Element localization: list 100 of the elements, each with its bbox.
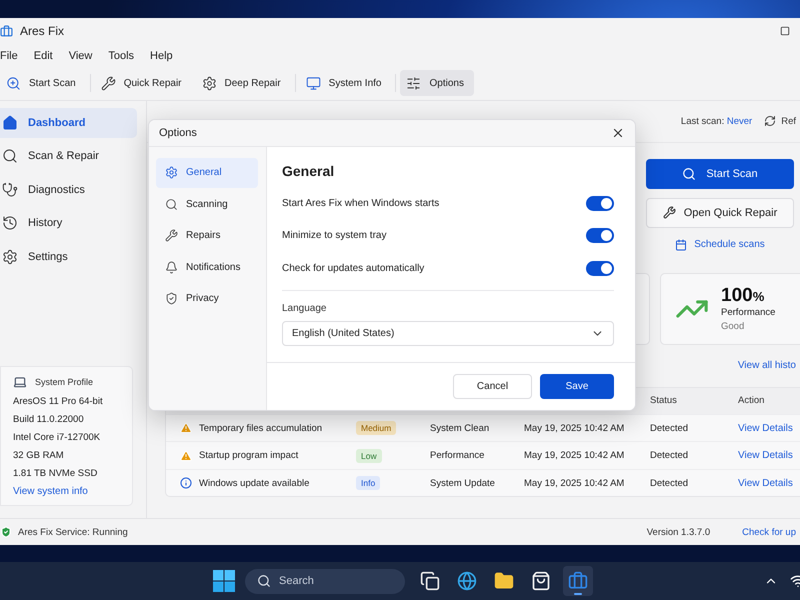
folder-icon [494,571,514,591]
wrench-icon [662,206,676,220]
wrench-icon [165,229,178,242]
menu-item[interactable]: Edit [34,50,63,62]
toggle-switch[interactable] [586,228,614,244]
menu-item[interactable]: File [0,50,28,62]
table-cell-text: Detected [650,422,690,434]
sidebar-item[interactable]: Settings [0,242,137,272]
stat-label: Performance [721,307,776,318]
maximize-icon[interactable] [780,26,790,36]
refresh-icon [764,115,776,128]
stat-unit: % [752,289,764,304]
toggle-switch[interactable] [586,196,614,211]
dialog-nav-item[interactable]: Scanning [156,189,258,220]
setting-label: Check for updates automatically [282,262,424,274]
dialog-nav-item[interactable]: General [156,158,258,188]
dialog-nav-item[interactable]: Notifications [156,252,258,282]
search-icon [682,166,696,181]
sidebar-item[interactable]: Scan & Repair [0,141,137,172]
table-cell-text: May 19, 2025 10:42 AM [524,422,626,434]
search-icon [165,198,178,211]
info-icon [180,477,192,490]
view-details-link[interactable]: View Details [738,478,800,489]
table-cell-text: Detected [650,450,690,462]
taskbar-search-field[interactable]: Search [245,568,405,594]
monitor-icon [306,76,321,91]
profile-line: Build 11.0.22000 [13,414,85,426]
laptop-icon [13,375,27,390]
search-icon [257,574,271,588]
profile-title: System Profile [35,377,94,388]
refresh-button[interactable]: Ref [764,115,796,128]
settings-icon [2,248,18,265]
dialog-nav-item[interactable]: Privacy [156,284,258,314]
sidebar-item[interactable]: History [0,208,137,238]
toggle-switch[interactable] [586,260,614,276]
toolbar-button[interactable]: Start Scan [0,70,86,96]
warning-icon [180,422,192,434]
language-dropdown[interactable]: English (United States) [282,321,614,346]
app-icon [0,24,13,38]
setting-label: Minimize to system tray [282,230,386,242]
issue-name: Temporary files accumulation [199,422,322,434]
column-header: Action [738,395,766,406]
save-button[interactable]: Save [540,374,614,399]
profile-line: 1.81 TB NVMe SSD [13,468,98,480]
briefcase-icon [568,571,588,591]
table-cell-text: Detected [650,478,690,489]
view-history-link[interactable]: View all histo [738,360,796,372]
toolbar-button[interactable]: System Info [300,70,392,96]
quick-repair-button[interactable]: Open Quick Repair [646,198,794,228]
stat-status: Good [721,321,746,332]
cancel-button[interactable]: Cancel [453,374,532,399]
menu-item[interactable]: View [68,50,102,62]
settings-icon [202,76,217,91]
wrench-icon [100,76,116,91]
issue-name: Windows update available [199,478,310,489]
store-icon [531,571,551,591]
last-scan-label: Last scan: Never [680,116,752,127]
profile-line: AresOS 11 Pro 64-bit [13,396,104,408]
stat-value: 100 [721,285,753,308]
issue-name: Startup program impact [199,450,298,462]
table-cell-text: Performance [430,450,486,462]
language-label: Language [282,303,328,314]
sliders-icon [406,76,422,91]
toolbar-button[interactable]: Options [400,70,474,96]
table-cell-text: May 19, 2025 10:42 AM [524,450,626,462]
schedule-scans-link[interactable]: Schedule scans [646,238,794,251]
home-icon [2,114,18,131]
view-system-info-link[interactable]: View system info [13,486,132,498]
zoom-in-icon [6,76,21,91]
column-header: Status [650,395,678,406]
view-details-link[interactable]: View Details [738,422,800,434]
browser-icon [457,571,477,591]
windows-logo-icon [213,570,235,592]
view-details-link[interactable]: View Details [738,450,800,462]
service-status: Ares Fix Service: Running [18,526,129,538]
version-label: Version 1.3.7.0 [646,526,710,538]
dialog-nav-item[interactable]: Repairs [156,220,258,251]
severity-tag: Medium [356,421,396,436]
sidebar-item[interactable]: Dashboard [0,108,137,138]
setting-label: Start Ares Fix when Windows starts [282,198,440,209]
history-icon [2,215,18,232]
settings-icon [165,166,178,180]
bell-icon [165,260,178,274]
calendar-icon [675,238,688,251]
warning-icon [180,450,192,462]
toolbar-button[interactable]: Quick Repair [94,70,192,96]
shield-icon [165,292,178,306]
search-icon [2,148,18,164]
toolbar-button[interactable]: Deep Repair [196,70,291,96]
table-cell-text: May 19, 2025 10:42 AM [524,478,626,489]
stethoscope-icon [2,182,18,198]
profile-line: Intel Core i7-12700K [13,432,102,444]
check-updates-link[interactable]: Check for up [742,526,796,538]
dialog-title: Options [159,126,197,139]
menu-item[interactable]: Tools [108,50,144,62]
start-scan-button[interactable]: Start Scan [646,158,794,189]
severity-tag: Info [356,476,380,490]
menu-item[interactable]: Help [150,50,183,62]
sidebar-item[interactable]: Diagnostics [0,174,137,205]
table-cell-text: System Update [430,478,496,489]
